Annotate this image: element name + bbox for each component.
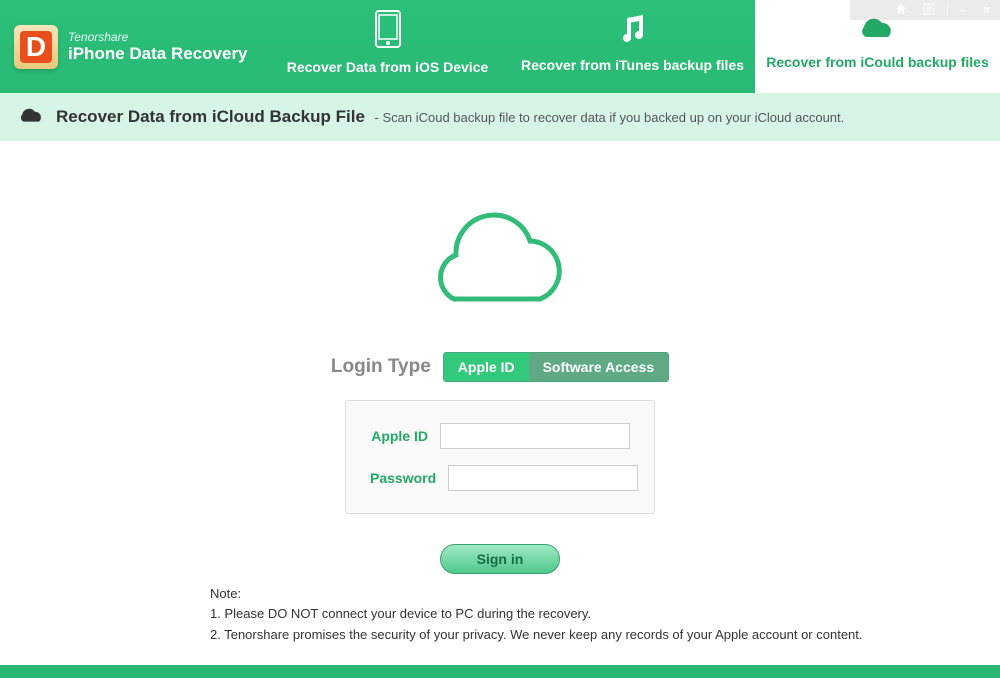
- login-type-label: Login Type: [331, 356, 431, 378]
- music-note-icon: [616, 12, 650, 49]
- window-controls: – ×: [850, 0, 1000, 20]
- brand-block: D Tenorshare iPhone Data Recovery: [0, 0, 265, 93]
- product-name: iPhone Data Recovery: [68, 44, 248, 64]
- company-name: Tenorshare: [68, 30, 248, 44]
- main-content: Login Type Apple ID Software Access Appl…: [0, 141, 1000, 678]
- tab-recover-ios-device[interactable]: Recover Data from iOS Device: [265, 0, 510, 93]
- password-label: Password: [370, 470, 448, 486]
- home-icon[interactable]: [891, 3, 911, 18]
- subheader-desc: Scan iCoud backup file to recover data i…: [382, 110, 844, 125]
- minimize-button[interactable]: –: [956, 3, 971, 17]
- apple-id-input[interactable]: [440, 423, 630, 449]
- close-button[interactable]: ×: [979, 3, 994, 17]
- subheader: Recover Data from iCloud Backup File - S…: [0, 93, 1000, 141]
- tab-recover-itunes[interactable]: Recover from iTunes backup files: [510, 0, 755, 93]
- login-type-row: Login Type Apple ID Software Access: [331, 352, 669, 382]
- password-input[interactable]: [448, 465, 638, 491]
- note-line1: 1. Please DO NOT connect your device to …: [210, 604, 863, 625]
- list-icon[interactable]: [919, 3, 939, 18]
- toggle-software-access[interactable]: Software Access: [529, 353, 669, 381]
- cloud-icon-small: [18, 106, 46, 129]
- note-title: Note:: [210, 584, 863, 605]
- toggle-apple-id[interactable]: Apple ID: [444, 353, 529, 381]
- bottom-bar: [0, 665, 1000, 678]
- note-line2: 2. Tenorshare promises the security of y…: [210, 625, 863, 646]
- apple-id-label: Apple ID: [370, 428, 440, 444]
- subheader-title: Recover Data from iCloud Backup File: [56, 107, 365, 127]
- phone-icon: [375, 10, 401, 51]
- login-type-toggle: Apple ID Software Access: [443, 352, 669, 382]
- app-logo: D: [14, 25, 58, 69]
- app-header: D Tenorshare iPhone Data Recovery Recove…: [0, 0, 1000, 93]
- login-form: Apple ID Password: [345, 400, 655, 514]
- cloud-illustration: [420, 199, 580, 324]
- note-block: Note: 1. Please DO NOT connect your devi…: [210, 584, 863, 646]
- signin-button[interactable]: Sign in: [440, 544, 560, 574]
